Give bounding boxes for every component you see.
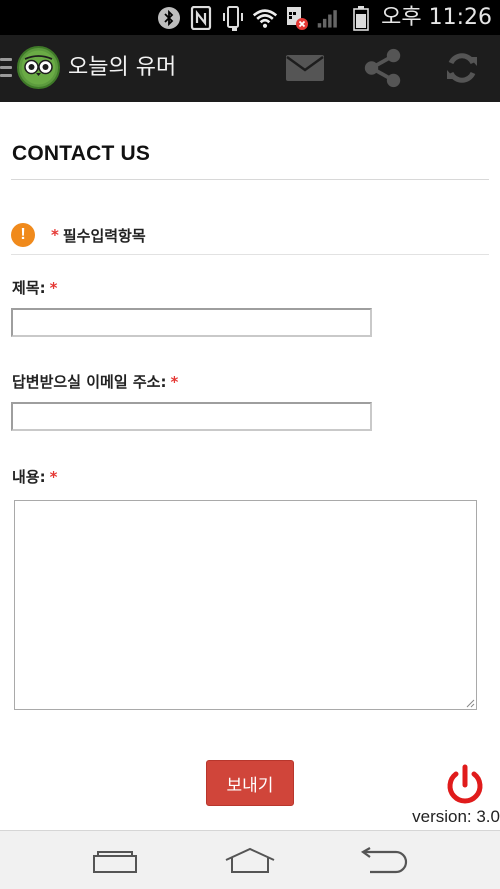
wifi-icon xyxy=(252,5,278,31)
resize-grip-icon[interactable] xyxy=(466,699,475,708)
owl-logo-icon[interactable] xyxy=(17,46,60,89)
vibrate-icon xyxy=(220,5,246,31)
required-star: * xyxy=(49,468,58,486)
share-icon[interactable] xyxy=(361,48,405,88)
required-star: * xyxy=(51,226,59,244)
required-divider xyxy=(11,254,489,255)
system-nav-bar xyxy=(0,830,500,889)
body-textarea[interactable] xyxy=(14,500,477,710)
version-text: version: 3.0 xyxy=(412,807,500,826)
required-star: * xyxy=(49,279,58,297)
refresh-icon[interactable] xyxy=(440,48,484,88)
app-bar: 오늘의 유머 xyxy=(0,35,500,102)
title-divider xyxy=(11,179,489,180)
signal-icon xyxy=(316,5,342,31)
body-label-text: 내용: xyxy=(12,468,46,486)
required-star: * xyxy=(170,373,179,391)
recent-apps-icon[interactable] xyxy=(85,841,145,881)
send-button[interactable]: 보내기 xyxy=(206,760,294,806)
email-label-text: 답변받으실 이메일 주소: xyxy=(12,373,167,391)
required-note: ! * 필수입력항목 xyxy=(11,222,146,248)
email-input[interactable] xyxy=(11,402,372,431)
mail-icon[interactable] xyxy=(283,48,327,88)
subject-input[interactable] xyxy=(11,308,372,337)
subject-label: 제목: * xyxy=(12,278,57,298)
app-title: 오늘의 유머 xyxy=(68,55,177,80)
warning-icon: ! xyxy=(11,223,35,247)
home-icon[interactable] xyxy=(220,841,280,881)
bluetooth-icon xyxy=(156,5,182,31)
required-note-text: 필수입력항목 xyxy=(62,226,146,245)
subject-label-text: 제목: xyxy=(12,279,46,297)
sim-error-icon xyxy=(284,5,310,31)
battery-icon xyxy=(348,5,374,31)
drawer-menu-icon[interactable] xyxy=(0,58,12,78)
body-label: 내용: * xyxy=(12,467,57,487)
status-time: 오후 11:26 xyxy=(381,5,492,30)
status-bar: 오후 11:26 xyxy=(0,0,500,35)
nfc-icon xyxy=(188,5,214,31)
power-icon[interactable] xyxy=(442,762,488,808)
page-title: CONTACT US xyxy=(12,142,151,165)
contact-form-page: CONTACT US ! * 필수입력항목 제목: * 답변받으실 이메일 주소:… xyxy=(0,102,500,830)
back-icon[interactable] xyxy=(355,841,415,881)
status-icons xyxy=(156,5,374,31)
email-label: 답변받으실 이메일 주소: * xyxy=(12,372,178,392)
